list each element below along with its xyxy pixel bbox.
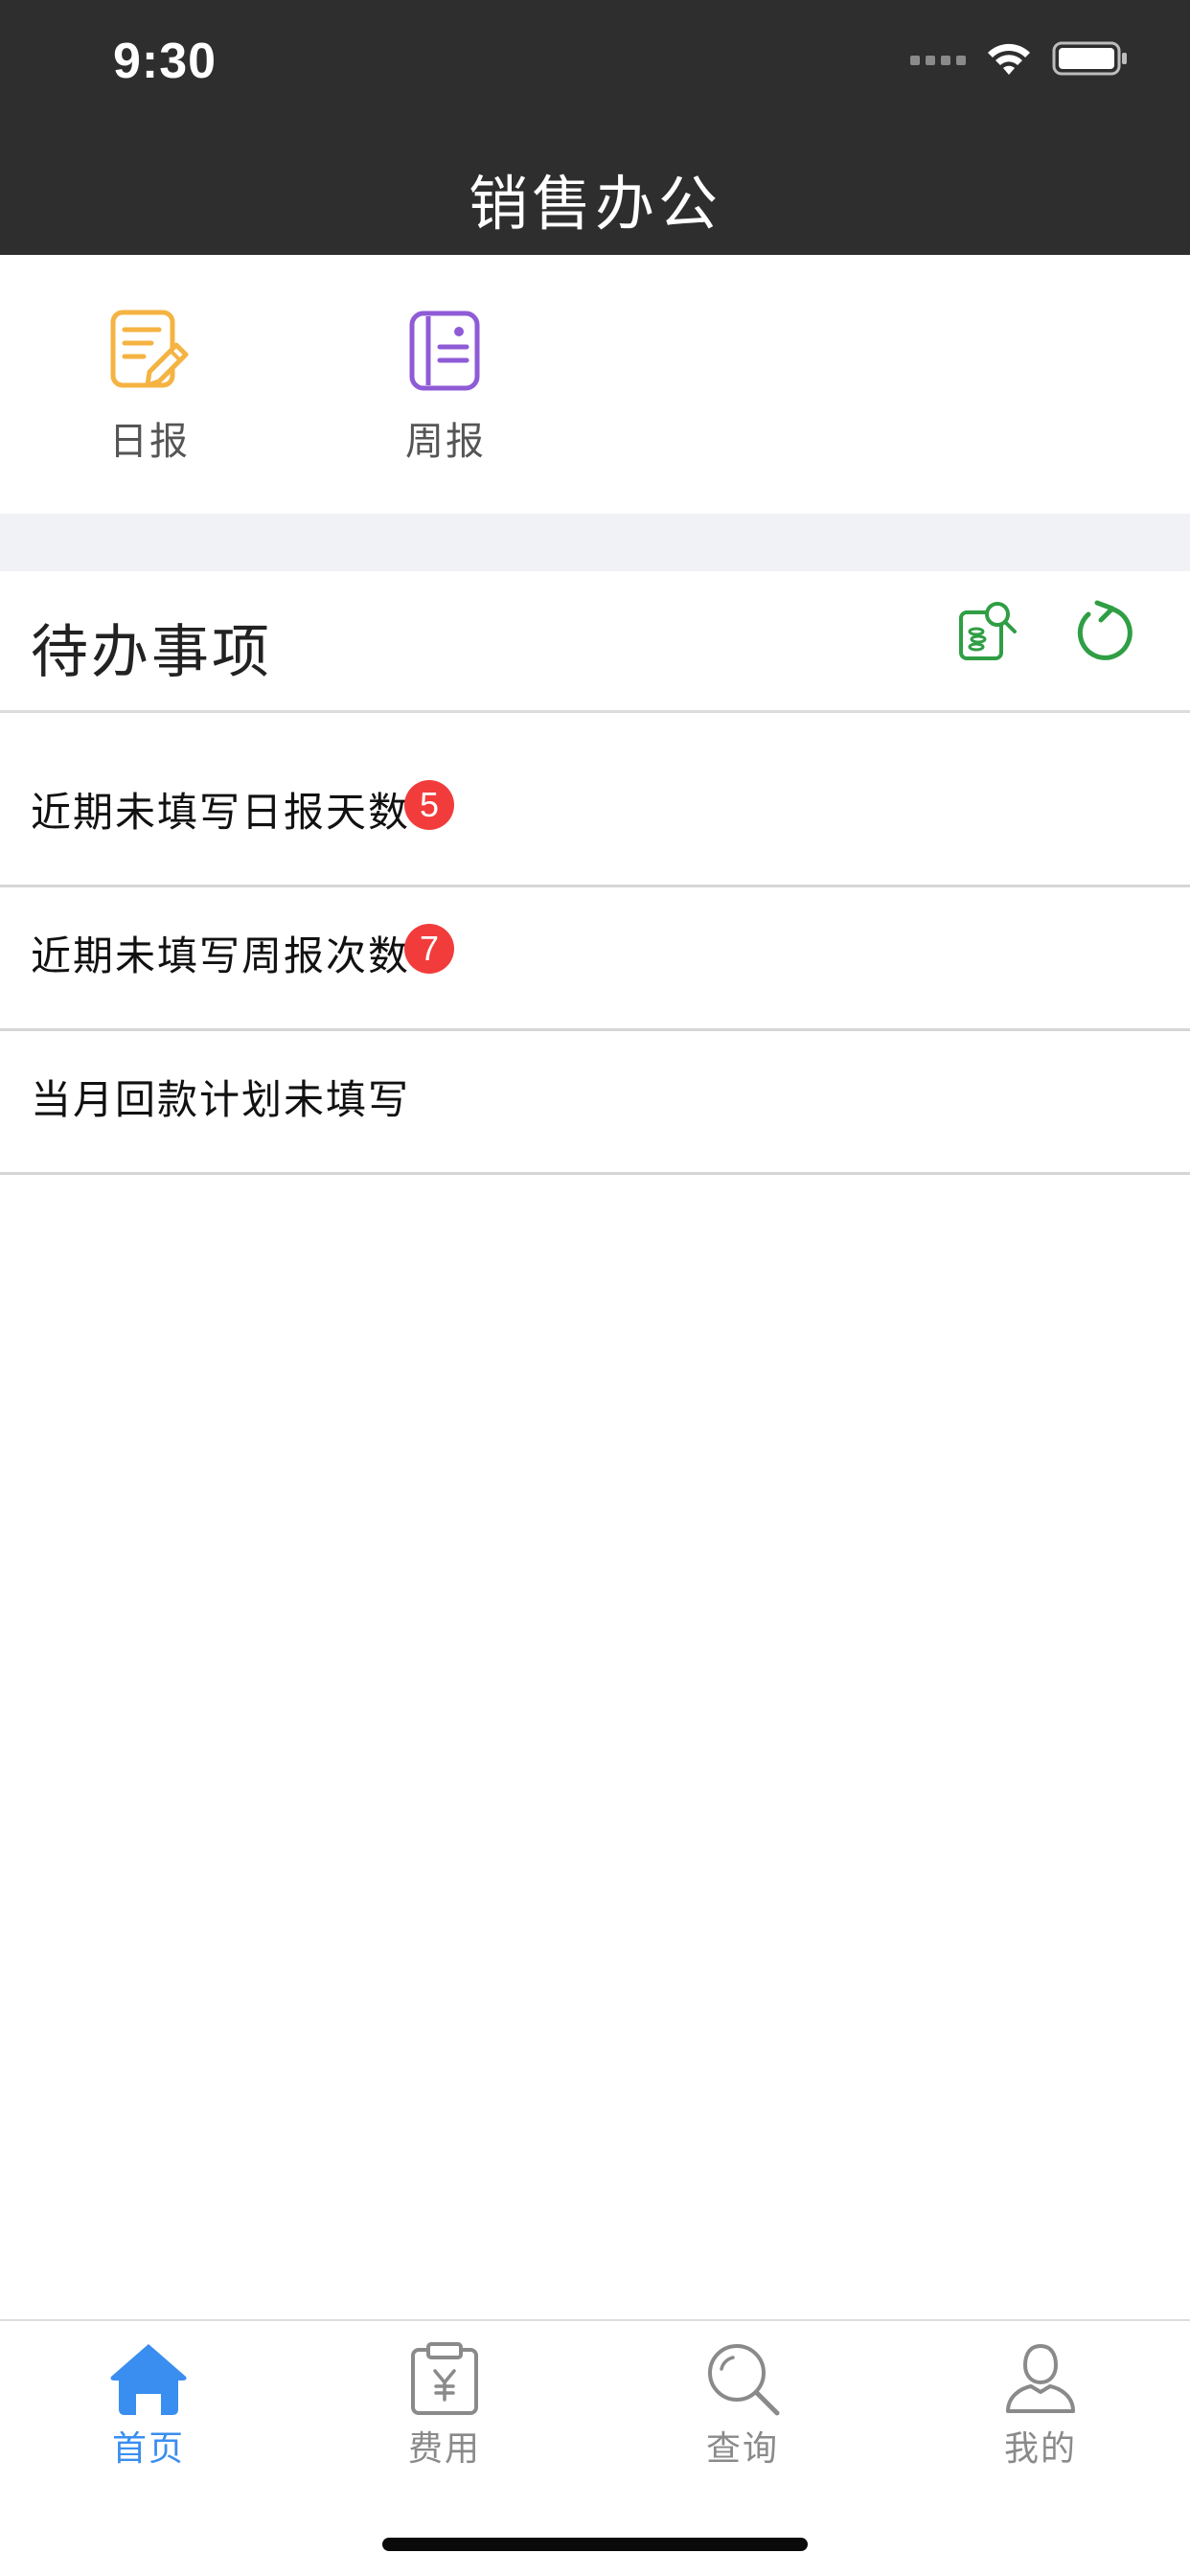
- weekly-report-label: 周报: [405, 420, 486, 464]
- todo-item-payment-plan[interactable]: 当月回款计划未填写: [0, 1031, 1190, 1175]
- tab-label: 费用: [407, 2429, 481, 2469]
- home-icon: [53, 2336, 244, 2417]
- status-time: 9:30: [113, 34, 217, 89]
- weekly-report-icon: [350, 309, 541, 397]
- todo-item-label: 当月回款计划未填写: [31, 1076, 411, 1123]
- battery-icon: [1052, 40, 1129, 80]
- expense-clipboard-icon: [349, 2336, 540, 2417]
- refresh-icon: [1072, 599, 1135, 666]
- user-icon: [945, 2336, 1136, 2417]
- todo-header: 待办事项: [0, 571, 1190, 713]
- status-indicators: [910, 40, 1129, 80]
- count-badge: 5: [404, 780, 454, 830]
- tab-label: 查询: [705, 2429, 779, 2469]
- count-badge: 7: [404, 924, 454, 974]
- cellular-signal-icon: [910, 56, 966, 65]
- search-icon: [647, 2336, 838, 2417]
- tab-search[interactable]: 查询: [647, 2336, 838, 2471]
- home-indicator: [382, 2538, 808, 2551]
- top-bar: 9:30 销售办公: [0, 0, 1190, 255]
- app-screen: 9:30 销售办公 日报 周报 待办事项 近期未填写日报天数 5 近期未填写周报…: [0, 0, 1190, 2576]
- todo-item-weekly-missing[interactable]: 近期未填写周报次数 7: [0, 887, 1190, 1031]
- refresh-button[interactable]: [1065, 594, 1142, 671]
- daily-report-label: 日报: [109, 420, 190, 464]
- page-title: 销售办公: [468, 169, 721, 239]
- tab-label: 首页: [111, 2429, 185, 2469]
- tab-expense[interactable]: 费用: [349, 2336, 540, 2471]
- weekly-report-button[interactable]: 周报: [350, 309, 541, 466]
- tab-label: 我的: [1003, 2429, 1077, 2469]
- todo-title: 待办事项: [31, 619, 272, 686]
- search-document-icon: [955, 599, 1018, 666]
- tab-profile[interactable]: 我的: [945, 2336, 1136, 2471]
- todo-item-label: 近期未填写周报次数: [31, 932, 411, 979]
- section-divider: [0, 514, 1190, 571]
- wifi-icon: [985, 40, 1033, 80]
- search-document-button[interactable]: [949, 594, 1025, 671]
- tab-home[interactable]: 首页: [53, 2336, 244, 2471]
- daily-report-icon: [54, 309, 245, 397]
- daily-report-button[interactable]: 日报: [54, 309, 245, 466]
- todo-list: 近期未填写日报天数 5 近期未填写周报次数 7 当月回款计划未填写: [0, 713, 1190, 1175]
- quick-actions: 日报 周报: [0, 255, 1190, 514]
- todo-item-daily-missing[interactable]: 近期未填写日报天数 5: [0, 713, 1190, 887]
- todo-item-label: 近期未填写日报天数: [31, 789, 411, 836]
